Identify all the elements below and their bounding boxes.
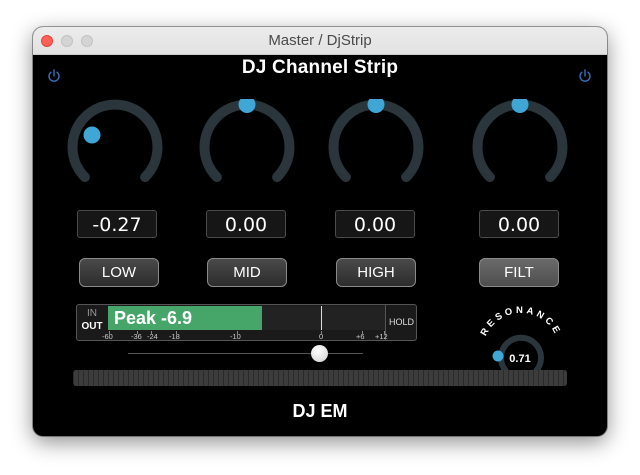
- plugin-window: Master / DjStrip DJ Channel Strip -0.27 …: [33, 27, 607, 436]
- low-value-field[interactable]: -0.27: [77, 210, 157, 238]
- meter-scale-label: +12: [375, 332, 388, 341]
- meter-scale-label: +6: [356, 332, 365, 341]
- power-icon[interactable]: [47, 69, 61, 83]
- filt-button[interactable]: FILT: [479, 258, 559, 287]
- hold-button[interactable]: HOLD: [387, 317, 416, 327]
- meter-scale-label: -10: [230, 332, 241, 341]
- meter-scale-label: -60: [102, 332, 113, 341]
- resonance-indicator: [492, 350, 504, 362]
- high-value-field[interactable]: 0.00: [335, 210, 415, 238]
- zero-db-marker: [321, 306, 322, 330]
- gain-slider-thumb[interactable]: [311, 345, 328, 362]
- knob-mid[interactable]: [199, 99, 295, 195]
- title-bar: Master / DjStrip: [33, 27, 607, 55]
- meter-scale-label: -24: [147, 332, 158, 341]
- window-title: Master / DjStrip: [268, 32, 372, 49]
- high-button[interactable]: HIGH: [336, 258, 416, 287]
- plugin-title: DJ Channel Strip: [241, 57, 399, 78]
- knob-high[interactable]: [328, 99, 424, 195]
- meter-in-toggle[interactable]: IN: [79, 308, 105, 319]
- meter-background: [262, 306, 386, 330]
- filt-value-field[interactable]: 0.00: [479, 210, 559, 238]
- knob-indicator: [83, 126, 101, 144]
- knob-indicator: [511, 99, 529, 113]
- resonance-knob[interactable]: RESONANCE 0.71: [471, 297, 571, 377]
- horizontal-scrollbar[interactable]: [73, 370, 567, 386]
- knob-low[interactable]: [67, 99, 163, 195]
- mid-value-field[interactable]: 0.00: [206, 210, 286, 238]
- meter-scale-label: -18: [169, 332, 180, 341]
- knob-filt[interactable]: [472, 99, 568, 195]
- resonance-label: RESONANCE: [479, 305, 564, 338]
- resonance-value: 0.71: [509, 353, 530, 365]
- footer-brand: DJ EM: [292, 401, 348, 421]
- low-button[interactable]: LOW: [79, 258, 159, 287]
- level-meter: IN OUT Peak -6.9 HOLD -60 -36 -24 -18 -1…: [76, 304, 417, 341]
- meter-scale-label: -36: [131, 332, 142, 341]
- meter-out-toggle[interactable]: OUT: [79, 321, 105, 332]
- knob-indicator: [367, 99, 385, 113]
- mid-button[interactable]: MID: [207, 258, 287, 287]
- power-icon[interactable]: [578, 69, 592, 83]
- knob-indicator: [238, 99, 256, 113]
- peak-readout: Peak -6.9: [114, 308, 193, 328]
- meter-scale-label: 0: [319, 332, 324, 341]
